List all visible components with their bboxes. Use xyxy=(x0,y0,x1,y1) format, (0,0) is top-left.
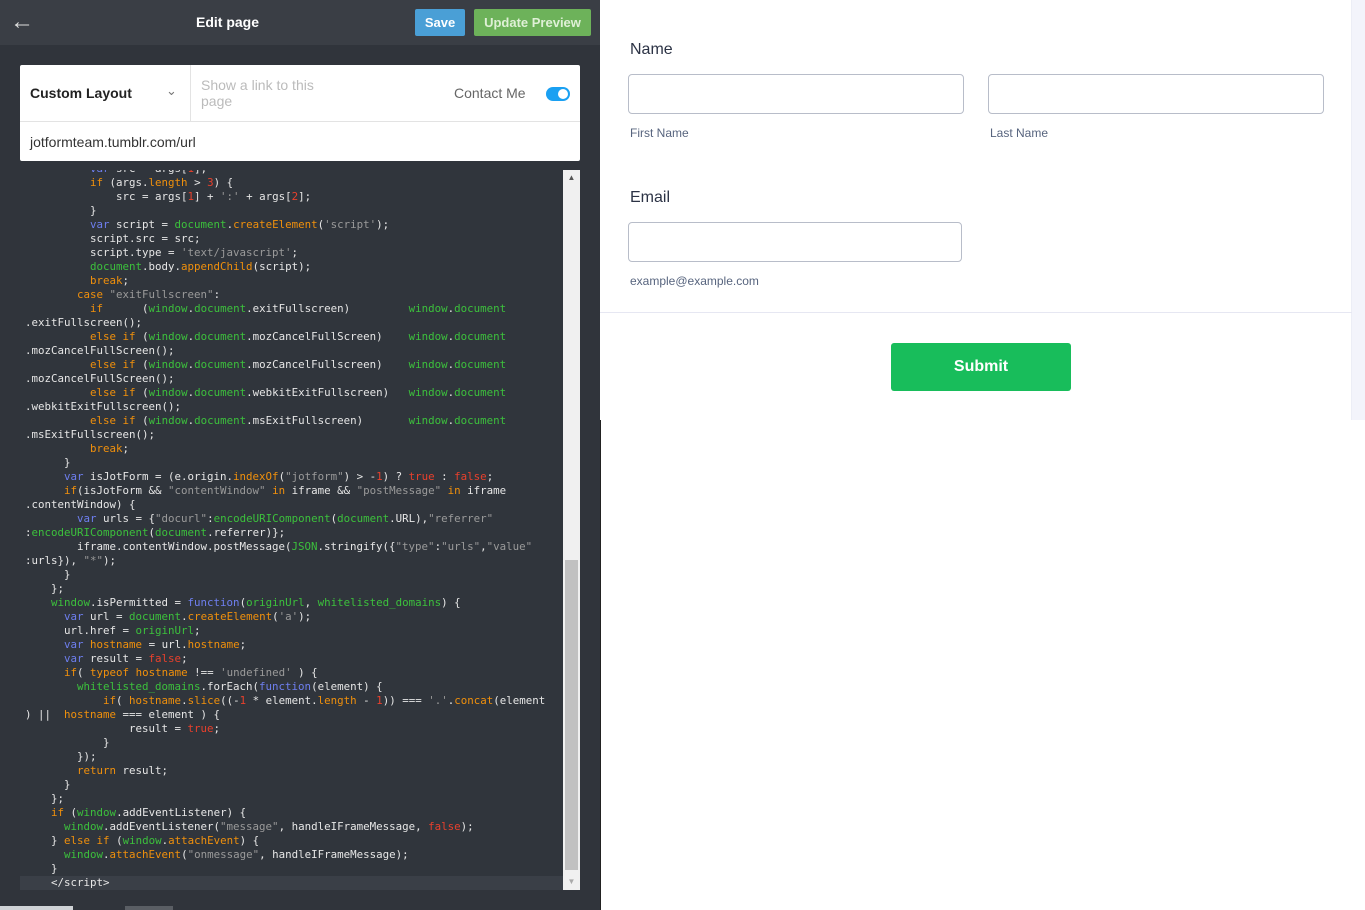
chevron-down-icon: ⌄ xyxy=(166,83,177,98)
scroll-up-icon[interactable]: ▲ xyxy=(563,170,580,186)
code-line: if (window.document.exitFullscreen) wind… xyxy=(90,302,507,315)
code-line: result = true; xyxy=(25,722,221,735)
preview-scrollbar[interactable] xyxy=(1352,0,1365,420)
code-line: break; xyxy=(90,442,130,455)
code-line: if (args.length > 3) { xyxy=(90,176,234,189)
code-line: :encodeURIComponent(document.referrer)}; xyxy=(25,526,286,539)
scrollbar-thumb[interactable] xyxy=(565,560,578,870)
editor-header: ← Edit page Save Update Preview xyxy=(0,0,600,45)
update-preview-button[interactable]: Update Preview xyxy=(474,9,591,36)
scroll-down-icon[interactable]: ▼ xyxy=(563,874,580,890)
code-line: window.addEventListener("message", handl… xyxy=(64,820,474,833)
page-title: Edit page xyxy=(196,14,260,30)
code-line: var url = document.createElement('a'); xyxy=(64,610,312,623)
show-link-label: Show a link to this page xyxy=(201,77,314,109)
code-line: return result; xyxy=(77,764,169,777)
footer-tab[interactable] xyxy=(0,906,73,910)
code-line: .mozCancelFullScreen(); xyxy=(25,344,175,357)
code-line: var urls = {"docurl":encodeURIComponent(… xyxy=(77,512,494,525)
code-line: script.type = 'text/javascript'; xyxy=(25,246,299,259)
back-arrow-icon[interactable]: ← xyxy=(10,10,36,34)
code-line: var isJotForm = (e.origin.indexOf("jotfo… xyxy=(64,470,494,483)
code-line: </script> xyxy=(20,876,563,890)
first-name-sublabel: First Name xyxy=(630,126,689,140)
code-line: } xyxy=(25,456,71,469)
code-line: window.isPermitted = function(originUrl,… xyxy=(51,596,461,609)
code-line: } xyxy=(25,568,71,581)
show-link-toggle[interactable] xyxy=(546,87,570,101)
code-line: whitelisted_domains.forEach(function(ele… xyxy=(77,680,383,693)
editor-panel: ← Edit page Save Update Preview Custom L… xyxy=(0,0,600,910)
page-name: Contact Me xyxy=(454,85,526,101)
code-line: ) || hostname === element ) { xyxy=(25,708,221,721)
layout-value: Custom Layout xyxy=(30,85,132,101)
code-line: script.src = src; xyxy=(25,232,201,245)
code-line: else if (window.document.msExitFullscree… xyxy=(90,414,507,427)
code-line: url.href = originUrl; xyxy=(25,624,201,637)
code-line: :urls}), "*"); xyxy=(25,554,117,567)
code-line: .webkitExitFullscreen(); xyxy=(25,400,182,413)
code-line: else if (window.document.mozCancelFullsc… xyxy=(90,358,507,371)
email-label: Email xyxy=(630,189,671,206)
layout-dropdown[interactable]: Custom Layout ⌄ xyxy=(20,65,191,121)
name-label: Name xyxy=(630,41,673,58)
last-name-sublabel: Last Name xyxy=(990,126,1049,140)
code-line: var script = document.createElement('scr… xyxy=(90,218,390,231)
code-line: }; xyxy=(25,792,65,805)
code-line: src = args[1] + ':' + args[2]; xyxy=(25,190,312,203)
first-name-input[interactable] xyxy=(628,74,964,114)
code-line: iframe.contentWindow.postMessage(JSON.st… xyxy=(25,540,533,553)
code-line: document.body.appendChild(script); xyxy=(90,260,312,273)
code-line: if (window.addEventListener) { xyxy=(51,806,247,819)
code-line: } xyxy=(25,862,58,875)
code-line: var hostname = url.hostname; xyxy=(64,638,247,651)
code-line: }; xyxy=(25,582,65,595)
code-line: case "exitFullscreen": xyxy=(77,288,221,301)
code-line: window.attachEvent("onmessage", handleIF… xyxy=(64,848,409,861)
submit-button[interactable]: Submit xyxy=(891,343,1071,391)
code-line: var result = false; xyxy=(64,652,188,665)
save-button[interactable]: Save xyxy=(415,9,465,36)
code-lines: var src = args[1]; if (args.length > 3) … xyxy=(20,170,563,890)
code-line: .mozCancelFullScreen(); xyxy=(25,372,175,385)
code-line: if( typeof hostname !== 'undefined' ) { xyxy=(64,666,318,679)
code-line: } else if (window.attachEvent) { xyxy=(25,834,260,847)
code-line: break; xyxy=(90,274,130,287)
form-divider xyxy=(600,312,1352,313)
code-line: } xyxy=(25,736,110,749)
code-line: .exitFullscreen(); xyxy=(25,316,143,329)
code-line: } xyxy=(25,778,71,791)
code-line: if(isJotForm && "contentWindow" in ifram… xyxy=(64,484,507,497)
code-line: else if (window.document.mozCancelFullSc… xyxy=(90,330,507,343)
page-url-input[interactable]: jotformteam.tumblr.com/url xyxy=(20,121,580,161)
email-input[interactable] xyxy=(628,222,962,262)
code-line: } xyxy=(25,204,97,217)
code-line: .contentWindow) { xyxy=(25,498,136,511)
last-name-input[interactable] xyxy=(988,74,1324,114)
code-line: if( hostname.slice((-1 * element.length … xyxy=(103,694,546,707)
code-line: }); xyxy=(25,750,97,763)
code-line: .msExitFullscreen(); xyxy=(25,428,156,441)
code-editor[interactable]: var src = args[1]; if (args.length > 3) … xyxy=(20,170,563,890)
page-settings-card: Custom Layout ⌄ Show a link to this page… xyxy=(20,65,580,161)
email-sublabel: example@example.com xyxy=(630,274,759,288)
code-line: else if (window.document.webkitExitFulls… xyxy=(90,386,507,399)
code-scrollbar[interactable]: ▲ ▼ xyxy=(563,170,580,890)
footer-tab[interactable] xyxy=(125,906,173,910)
